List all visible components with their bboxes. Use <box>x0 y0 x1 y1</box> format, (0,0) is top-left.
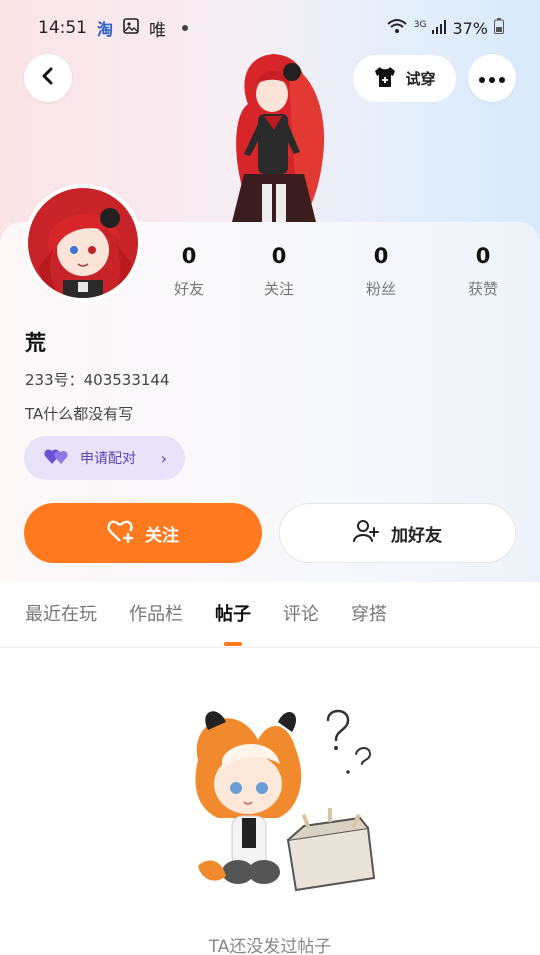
avatar[interactable] <box>24 184 142 302</box>
tab-comments[interactable]: 评论 <box>283 600 319 626</box>
user-plus-icon <box>353 519 379 548</box>
stat-friends[interactable]: 0 好友 <box>149 244 229 299</box>
empty-state-illustration <box>178 700 378 900</box>
follow-label: 关注 <box>145 525 179 546</box>
taobao-app-icon: 淘 <box>97 20 114 39</box>
add-friend-button[interactable]: 加好友 <box>279 503 516 563</box>
tab-outfits[interactable]: 穿搭 <box>351 600 387 626</box>
empty-state-text: TA还没发过帖子 <box>208 937 332 955</box>
shirt-icon <box>373 66 397 92</box>
double-heart-icon <box>44 447 70 469</box>
try-on-label: 试穿 <box>405 70 436 88</box>
battery-text: 37% <box>452 18 488 38</box>
notification-dot <box>182 25 189 31</box>
follow-button[interactable]: 关注 <box>24 503 262 563</box>
stat-label: 粉丝 <box>365 280 396 298</box>
try-on-button[interactable]: 试穿 <box>353 55 456 102</box>
add-friend-label: 加好友 <box>391 525 442 546</box>
stat-following[interactable]: 0 关注 <box>239 244 319 299</box>
stat-label: 获赞 <box>467 280 498 298</box>
profile-tabs: 最近在玩 作品栏 帖子 评论 穿搭 <box>0 600 540 648</box>
user-bio: TA什么都没有写 <box>25 405 134 423</box>
stat-value: 0 <box>373 244 389 268</box>
stat-followers[interactable]: 0 粉丝 <box>341 244 421 299</box>
pair-request-label: 申请配对 <box>80 451 136 467</box>
battery-icon <box>494 18 504 38</box>
chevron-left-icon <box>39 67 57 89</box>
user-id: 233号：403533144 <box>25 371 170 389</box>
username: 荒 <box>25 331 46 355</box>
character-illustration <box>204 44 338 224</box>
status-time: 14:51 <box>38 18 87 38</box>
stat-likes[interactable]: 0 获赞 <box>443 244 523 299</box>
tab-works[interactable]: 作品栏 <box>129 600 183 626</box>
network-type: 3G <box>413 20 427 30</box>
signal-icon <box>432 19 447 38</box>
stat-value: 0 <box>271 244 287 268</box>
more-dots-icon <box>478 69 506 88</box>
tabs-divider <box>0 647 540 648</box>
pair-request-button[interactable]: 申请配对 › <box>24 436 185 480</box>
chevron-right-icon: › <box>160 448 167 468</box>
gallery-icon <box>123 17 139 39</box>
more-button[interactable] <box>468 54 516 102</box>
tab-recently-played[interactable]: 最近在玩 <box>25 600 97 626</box>
stat-value: 0 <box>475 244 491 268</box>
vip-app-icon: 唯 <box>149 20 167 41</box>
stat-label: 关注 <box>263 280 294 298</box>
tab-posts[interactable]: 帖子 <box>215 600 251 626</box>
heart-plus-icon <box>107 519 135 548</box>
back-button[interactable] <box>24 54 72 102</box>
stat-value: 0 <box>181 244 197 268</box>
stat-label: 好友 <box>173 280 204 298</box>
wifi-icon <box>386 18 408 38</box>
